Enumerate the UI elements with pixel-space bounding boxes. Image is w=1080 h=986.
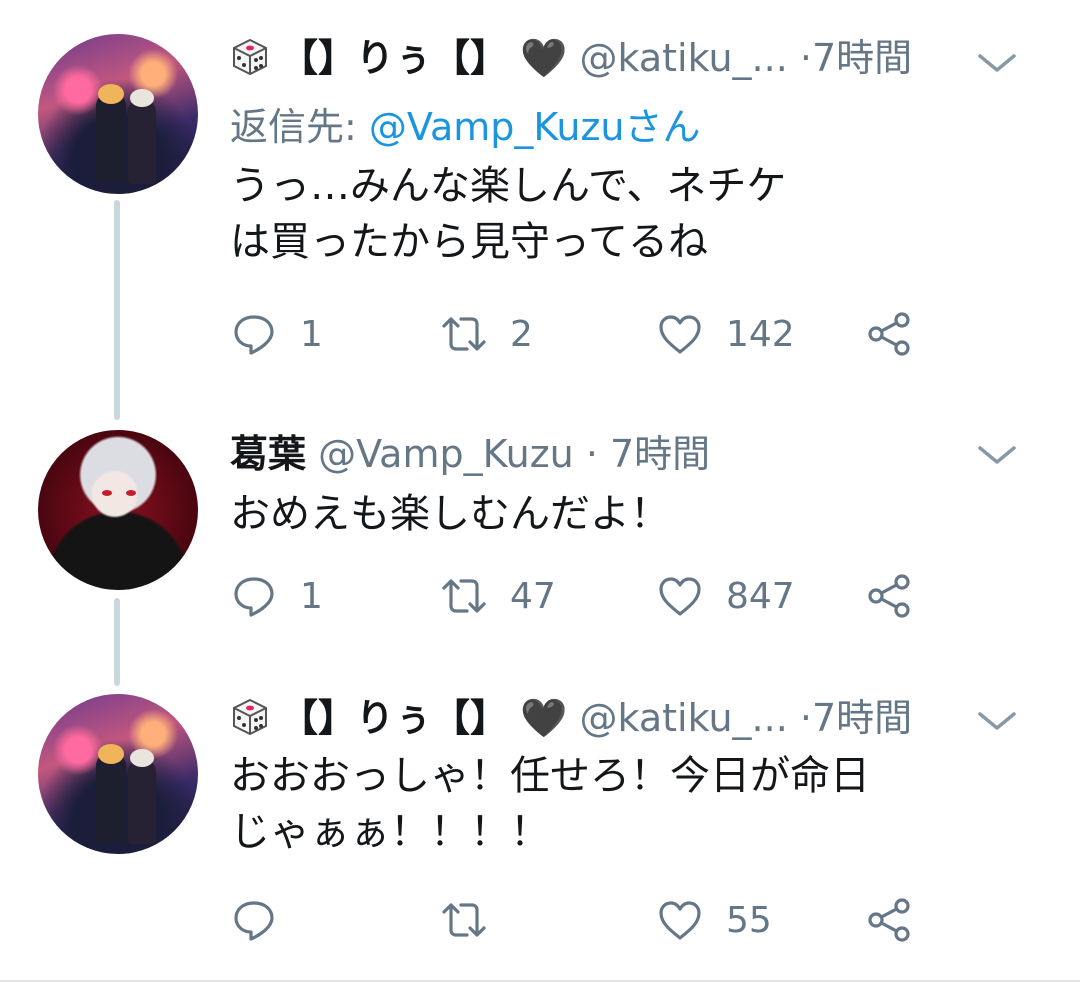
reply-to-line: 返信先: @Vamp_Kuzuさん bbox=[230, 96, 701, 151]
share-nodes-icon bbox=[868, 574, 910, 618]
tweet-header: 葛葉 @Vamp_Kuzu · 7時間 bbox=[230, 430, 710, 478]
user-handle[interactable]: @katiku_... bbox=[580, 696, 788, 740]
retweet-button[interactable]: 2 bbox=[440, 306, 533, 362]
speech-bubble-icon bbox=[234, 901, 274, 941]
dice-icon bbox=[233, 38, 267, 76]
user-handle[interactable]: @Vamp_Kuzu bbox=[318, 432, 574, 476]
tweet[interactable]: 葛葉 @Vamp_Kuzu · 7時間 おめえも楽しむんだよ！ 1 47 847 bbox=[0, 420, 1080, 660]
heart-outline-icon bbox=[659, 901, 701, 940]
speech-bubble-icon bbox=[234, 315, 274, 355]
tweet-text: おおおっしゃ！任せろ！今日が命日 じゃぁぁ！！！！ bbox=[230, 753, 870, 855]
share-nodes-icon bbox=[868, 898, 910, 942]
reply-count: 1 bbox=[300, 575, 323, 617]
speech-bubble-icon bbox=[234, 577, 274, 617]
dice-icon bbox=[233, 698, 267, 736]
heart-outline-icon bbox=[659, 315, 701, 354]
retweet-arrows-icon bbox=[442, 903, 486, 937]
heart-outline-icon bbox=[659, 577, 701, 616]
like-button[interactable]: 55 bbox=[656, 892, 772, 948]
tweet-text: うっ…みんな楽しんで、ネチケは買ったから見守ってるね bbox=[230, 163, 787, 265]
retweet-arrows-icon bbox=[442, 579, 486, 613]
reply-count: 1 bbox=[300, 313, 323, 355]
tweet-header: 【】りぅ【】 🖤 @katiku_... ·7時間 bbox=[230, 34, 912, 82]
display-name[interactable]: 【】りぅ【】 bbox=[280, 696, 508, 740]
tweet-header: 【】りぅ【】 🖤 @katiku_... ·7時間 bbox=[230, 694, 912, 742]
separator-dot: · bbox=[799, 696, 812, 740]
user-handle[interactable]: @katiku_... bbox=[580, 36, 788, 80]
retweet-arrows-icon bbox=[442, 317, 486, 351]
retweet-button[interactable]: 47 bbox=[440, 568, 556, 624]
chevron-down-icon[interactable] bbox=[974, 440, 1020, 470]
timestamp[interactable]: 7時間 bbox=[812, 696, 912, 740]
reply-to-label: 返信先: bbox=[230, 105, 357, 149]
tweet[interactable]: 【】りぅ【】 🖤 @katiku_... ·7時間 返信先: @Vamp_Kuz… bbox=[0, 0, 1080, 400]
reply-to-link[interactable]: @Vamp_Kuzuさん bbox=[369, 105, 701, 149]
timestamp[interactable]: 7時間 bbox=[610, 432, 710, 476]
like-count: 847 bbox=[726, 575, 795, 617]
separator-dot: · bbox=[799, 36, 812, 80]
like-count: 142 bbox=[726, 313, 795, 355]
avatar[interactable] bbox=[38, 430, 198, 590]
divider bbox=[0, 980, 1080, 982]
chevron-down-icon[interactable] bbox=[974, 706, 1020, 736]
tweet[interactable]: 【】りぅ【】 🖤 @katiku_... ·7時間 おおおっしゃ！任せろ！今日が… bbox=[0, 690, 1080, 980]
avatar[interactable] bbox=[38, 34, 198, 194]
display-name[interactable]: 【】りぅ【】 bbox=[280, 36, 508, 80]
like-count: 55 bbox=[726, 899, 772, 941]
share-button[interactable] bbox=[866, 568, 936, 624]
like-button[interactable]: 142 bbox=[656, 306, 795, 362]
black-heart-icon: 🖤 bbox=[520, 696, 568, 740]
black-heart-icon: 🖤 bbox=[520, 36, 568, 80]
chevron-down-icon[interactable] bbox=[974, 48, 1020, 78]
retweet-count: 47 bbox=[510, 575, 556, 617]
timestamp[interactable]: 7時間 bbox=[812, 36, 912, 80]
tweet-actions: 1 47 847 bbox=[230, 568, 950, 624]
reply-button[interactable]: 1 bbox=[230, 306, 323, 362]
avatar[interactable] bbox=[38, 694, 198, 854]
retweet-count: 2 bbox=[510, 313, 533, 355]
share-button[interactable] bbox=[866, 306, 936, 362]
separator-dot: · bbox=[585, 432, 598, 476]
tweet-actions: 55 bbox=[230, 892, 950, 948]
share-button[interactable] bbox=[866, 892, 936, 948]
share-nodes-icon bbox=[868, 312, 910, 356]
reply-button[interactable]: 1 bbox=[230, 568, 323, 624]
tweet-text: おめえも楽しむんだよ！ bbox=[230, 491, 670, 537]
reply-button[interactable] bbox=[230, 892, 300, 948]
retweet-button[interactable] bbox=[440, 892, 510, 948]
like-button[interactable]: 847 bbox=[656, 568, 795, 624]
display-name[interactable]: 葛葉 bbox=[230, 432, 306, 476]
tweet-actions: 1 2 142 bbox=[230, 306, 950, 362]
